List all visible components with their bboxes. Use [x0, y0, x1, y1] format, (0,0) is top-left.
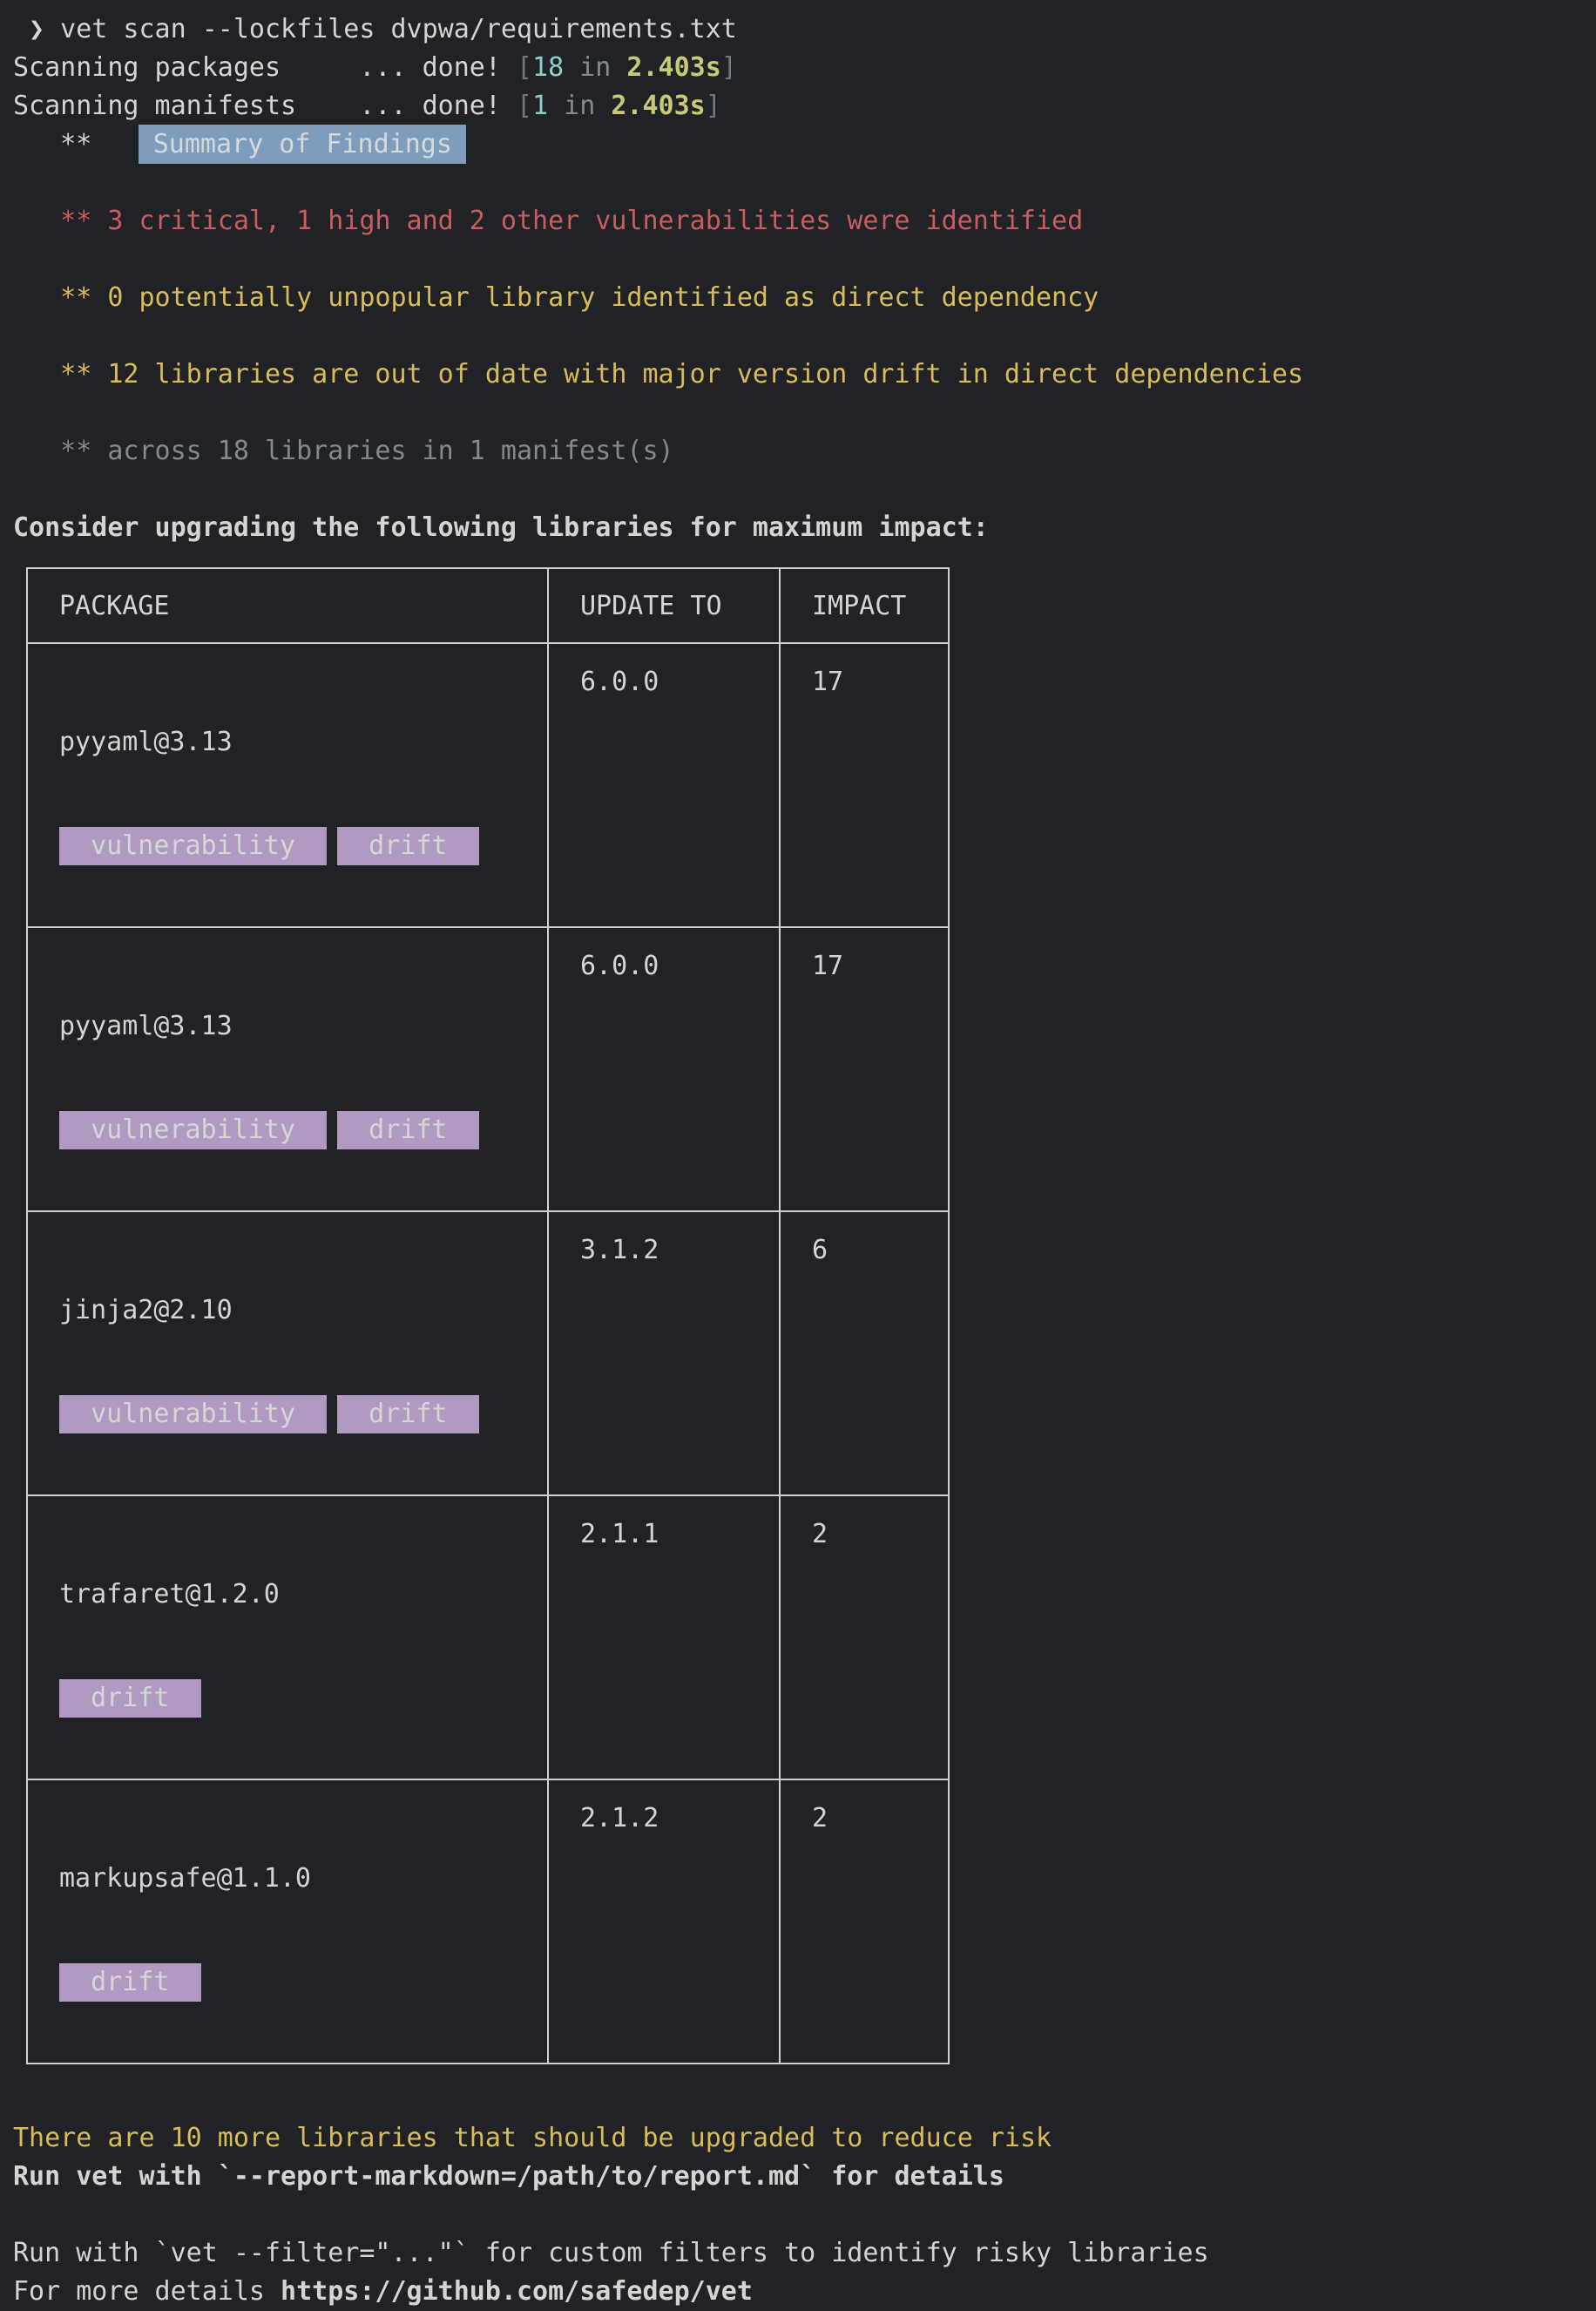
summary-drift-line: ** 12 libraries are out of date with maj… — [13, 356, 1596, 394]
table-row: jinja2@2.10 vulnerability drift 3.1.2 6 — [27, 1211, 949, 1495]
blank-line — [13, 241, 1596, 279]
summary-drift-text: 12 libraries are out of date with major … — [107, 359, 1303, 390]
package-cell: markupsafe@1.1.0 drift — [27, 1779, 548, 2064]
scan-packages-count: 18 — [532, 52, 564, 83]
table-row: pyyaml@3.13 vulnerability drift 6.0.0 17 — [27, 643, 949, 927]
scan-packages-sep: in — [579, 52, 611, 83]
table-row: trafaret@1.2.0 drift 2.1.1 2 — [27, 1495, 949, 1779]
summary-vulnerabilities-text: 3 critical, 1 high and 2 other vulnerabi… — [107, 206, 1083, 236]
update-to-cell: 3.1.2 — [548, 1211, 780, 1495]
summary-title-line: ** Summary of Findings — [13, 125, 1596, 164]
package-name: jinja2@2.10 — [59, 1296, 547, 1325]
filter-hint-line: Run with `vet --filter="..."` for custom… — [13, 2234, 1596, 2273]
drift-badge: drift — [59, 1679, 201, 1718]
summary-across-line: ** across 18 libraries in 1 manifest(s) — [13, 432, 1596, 471]
blank-line — [13, 394, 1596, 432]
bracket-open: [ — [517, 52, 532, 83]
update-to-cell: 2.1.2 — [548, 1779, 780, 2064]
table-row: markupsafe@1.1.0 drift 2.1.2 2 — [27, 1779, 949, 2064]
blank-line — [13, 317, 1596, 356]
table-row: pyyaml@3.13 vulnerability drift 6.0.0 17 — [27, 927, 949, 1211]
scan-line-manifests: Scanning manifests... done! [1 in 2.403s… — [13, 87, 1596, 125]
drift-badge: drift — [337, 1111, 479, 1149]
scan-manifests-count: 1 — [532, 91, 548, 121]
package-tags: vulnerability drift — [59, 827, 547, 865]
package-name: markupsafe@1.1.0 — [59, 1864, 547, 1894]
package-name: pyyaml@3.13 — [59, 1012, 547, 1041]
summary-marker: ** — [60, 129, 91, 159]
package-cell: pyyaml@3.13 vulnerability drift — [27, 927, 548, 1211]
blank-line — [13, 471, 1596, 509]
more-libraries-line: There are 10 more libraries that should … — [13, 2119, 1596, 2158]
summary-title: Summary of Findings — [139, 125, 466, 164]
package-name: pyyaml@3.13 — [59, 728, 547, 757]
consider-upgrading-line: Consider upgrading the following librari… — [13, 509, 1596, 547]
drift-badge: drift — [59, 1963, 201, 2002]
package-tags: vulnerability drift — [59, 1111, 547, 1149]
summary-vulnerabilities-line: ** 3 critical, 1 high and 2 other vulner… — [13, 202, 1596, 241]
vulnerability-badge: vulnerability — [59, 1111, 327, 1149]
scan-manifests-label: Scanning manifests — [13, 87, 359, 125]
table-header-row: PACKAGE UPDATE TO IMPACT — [27, 568, 949, 643]
drift-badge: drift — [337, 827, 479, 865]
vulnerability-badge: vulnerability — [59, 1395, 327, 1433]
drift-badge: drift — [337, 1395, 479, 1433]
bracket-open: [ — [517, 91, 532, 121]
summary-marker: ** — [60, 282, 91, 313]
package-name: trafaret@1.2.0 — [59, 1580, 547, 1610]
terminal: ❯ vet scan --lockfiles dvpwa/requirement… — [0, 0, 1596, 2311]
package-cell: jinja2@2.10 vulnerability drift — [27, 1211, 548, 1495]
package-tags: drift — [59, 1963, 547, 2002]
column-header-update-to: UPDATE TO — [548, 568, 780, 643]
impact-cell: 2 — [780, 1779, 949, 2064]
scan-manifests-sep: in — [564, 91, 595, 121]
summary-marker: ** — [60, 206, 91, 236]
scan-line-packages: Scanning packages... done! [18 in 2.403s… — [13, 49, 1596, 87]
blank-line — [13, 164, 1596, 202]
command-line: ❯ vet scan --lockfiles dvpwa/requirement… — [13, 10, 1596, 49]
command-text: vet scan --lockfiles dvpwa/requirements.… — [60, 14, 737, 44]
footer: There are 10 more libraries that should … — [13, 2119, 1596, 2311]
summary-marker: ** — [60, 436, 91, 466]
scan-packages-time: 2.403s — [626, 52, 720, 83]
scan-manifests-status: ... done! — [359, 91, 501, 121]
package-tags: drift — [59, 1679, 547, 1718]
package-tags: vulnerability drift — [59, 1395, 547, 1433]
details-prefix: For more details — [13, 2276, 281, 2307]
summary-unpopular-text: 0 potentially unpopular library identifi… — [107, 282, 1099, 313]
upgrade-table: PACKAGE UPDATE TO IMPACT pyyaml@3.13 vul… — [26, 567, 950, 2064]
update-to-cell: 2.1.1 — [548, 1495, 780, 1779]
blank-line — [13, 2196, 1596, 2234]
vulnerability-badge: vulnerability — [59, 827, 327, 865]
impact-cell: 17 — [780, 643, 949, 927]
summary-unpopular-line: ** 0 potentially unpopular library ident… — [13, 279, 1596, 317]
github-url-link[interactable]: https://github.com/safedep/vet — [281, 2276, 753, 2307]
impact-cell: 6 — [780, 1211, 949, 1495]
summary-across-text: across 18 libraries in 1 manifest(s) — [107, 436, 673, 466]
summary-marker: ** — [60, 359, 91, 390]
column-header-package: PACKAGE — [27, 568, 548, 643]
package-cell: pyyaml@3.13 vulnerability drift — [27, 643, 548, 927]
details-line: For more details https://github.com/safe… — [13, 2273, 1596, 2311]
update-to-cell: 6.0.0 — [548, 927, 780, 1211]
report-markdown-line: Run vet with `--report-markdown=/path/to… — [13, 2158, 1596, 2196]
scan-packages-label: Scanning packages — [13, 49, 359, 87]
impact-cell: 17 — [780, 927, 949, 1211]
bracket-close: ] — [721, 52, 737, 83]
update-to-cell: 6.0.0 — [548, 643, 780, 927]
scan-packages-status: ... done! — [359, 52, 501, 83]
bracket-close: ] — [706, 91, 721, 121]
package-cell: trafaret@1.2.0 drift — [27, 1495, 548, 1779]
column-header-impact: IMPACT — [780, 568, 949, 643]
scan-manifests-time: 2.403s — [611, 91, 705, 121]
prompt-icon: ❯ — [29, 14, 44, 44]
impact-cell: 2 — [780, 1495, 949, 1779]
